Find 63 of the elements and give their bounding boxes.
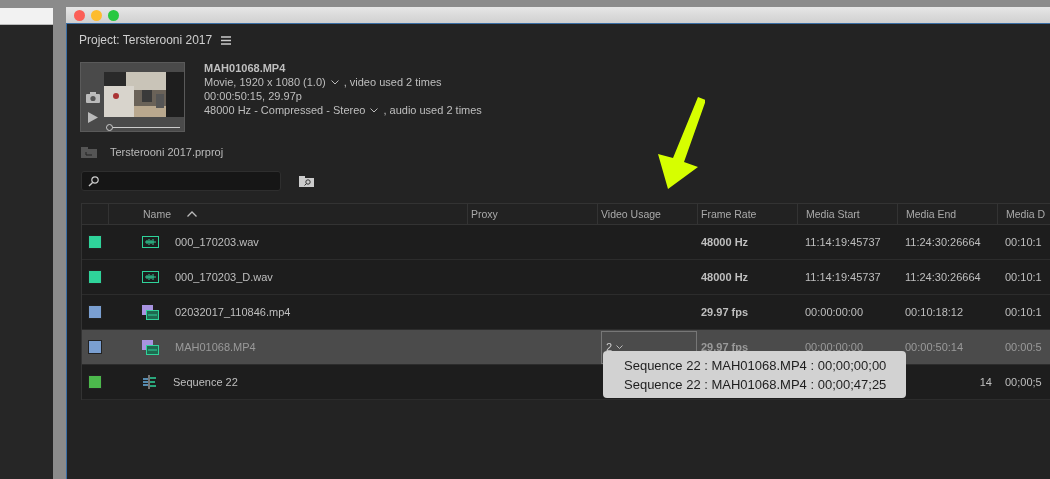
clip-name-cell: 000_170203.wav: [175, 236, 259, 248]
audio-clip-icon: [142, 271, 159, 283]
media-start-cell: 11:14:19:45737: [805, 271, 881, 283]
panel-title: Project: Tersterooni 2017: [79, 33, 213, 47]
frame-rate-cell: 48000 Hz: [701, 236, 749, 248]
frame-rate-cell: 29.97 fps: [701, 306, 749, 318]
frame-rate-cell: 48000 Hz: [701, 271, 749, 283]
media-end-cell: 11:24:30:26664: [905, 271, 981, 283]
search-field[interactable]: [81, 171, 281, 191]
label-swatch[interactable]: [88, 375, 102, 389]
project-file-name: Tersterooni 2017.prproj: [110, 146, 224, 158]
play-icon[interactable]: [87, 112, 98, 123]
menu-icon[interactable]: [221, 35, 232, 45]
media-duration-cell: 00:00:5: [1005, 341, 1042, 353]
camera-icon[interactable]: [85, 92, 100, 103]
clip-name-cell: 02032017_110846.mp4: [175, 306, 291, 318]
audio-info: 48000 Hz - Compressed - Stereo: [204, 104, 366, 117]
label-swatch[interactable]: [88, 340, 102, 354]
media-end-cell: 11:24:30:26664: [905, 236, 981, 248]
column-header[interactable]: Media End: [897, 204, 997, 224]
scrub-handle[interactable]: [106, 124, 113, 131]
media-duration-cell: 00:10:1: [1005, 236, 1042, 248]
chevron-icon: [616, 345, 624, 349]
column-header[interactable]: Media Start: [797, 204, 897, 224]
chevron-icon[interactable]: [330, 80, 339, 85]
media-start-cell: 11:14:19:45737: [805, 236, 881, 248]
column-header[interactable]: Frame Rate: [697, 204, 797, 224]
video-usage-text: , video used 2 times: [343, 76, 442, 89]
find-folder-icon[interactable]: [299, 175, 314, 187]
column-header[interactable]: Video Usage: [597, 204, 697, 224]
media-start-cell: 00:00:00:00: [805, 341, 864, 353]
chevron-icon[interactable]: [370, 108, 379, 113]
media-duration-cell: 00:10:1: [1005, 306, 1042, 318]
media-end-cell: 14: [979, 376, 992, 388]
media-end-cell: 00:00:50:14: [905, 341, 964, 353]
clip-name-cell: 000_170203_D.wav: [175, 271, 273, 283]
table-row[interactable]: 000_170203_D.wav 48000 Hz 11:14:19:45737 11:24:30:26664 00:10:1: [82, 260, 1050, 295]
clip-name-cell: MAH01068.MP4: [175, 341, 256, 353]
clip-timing: 00:00:50:15, 29.97p: [204, 90, 303, 103]
video-clip-icon: [142, 339, 159, 355]
clip-name-cell: Sequence 22: [173, 376, 238, 388]
sort-ascending-icon[interactable]: [187, 211, 197, 217]
column-header[interactable]: Proxy: [467, 204, 597, 224]
tooltip-line: Sequence 22 : MAH01068.MP4 : 00;00;47;25: [624, 376, 887, 394]
label-swatch[interactable]: [88, 235, 102, 249]
label-swatch[interactable]: [88, 270, 102, 284]
audio-usage-text: , audio used 2 times: [383, 104, 482, 117]
clip-name: MAH01068.MP4: [204, 62, 287, 75]
video-clip-icon: [142, 304, 159, 320]
column-header[interactable]: Media D: [997, 204, 1050, 224]
audio-clip-icon: [142, 236, 159, 248]
video-info: Movie, 1920 x 1080 (1.0): [204, 76, 326, 89]
table-row[interactable]: 000_170203.wav 48000 Hz 11:14:19:45737 11:24:30:26664 00:10:1: [82, 225, 1050, 260]
media-duration-cell: 00;00;5: [1005, 376, 1042, 388]
media-duration-cell: 00:10:1: [1005, 271, 1042, 283]
sequence-icon: [142, 375, 157, 389]
search-icon: [88, 175, 99, 187]
media-start-cell: 00:00:00:00: [805, 306, 864, 318]
column-header[interactable]: Name: [108, 204, 467, 224]
media-end-cell: 00:10:18:12: [905, 306, 964, 318]
scrub-track[interactable]: [106, 124, 180, 131]
label-swatch[interactable]: [88, 305, 102, 319]
table-row[interactable]: 02032017_110846.mp4 29.97 fps 00:00:00:00 00:10:18:12 00:10:1: [82, 295, 1050, 330]
